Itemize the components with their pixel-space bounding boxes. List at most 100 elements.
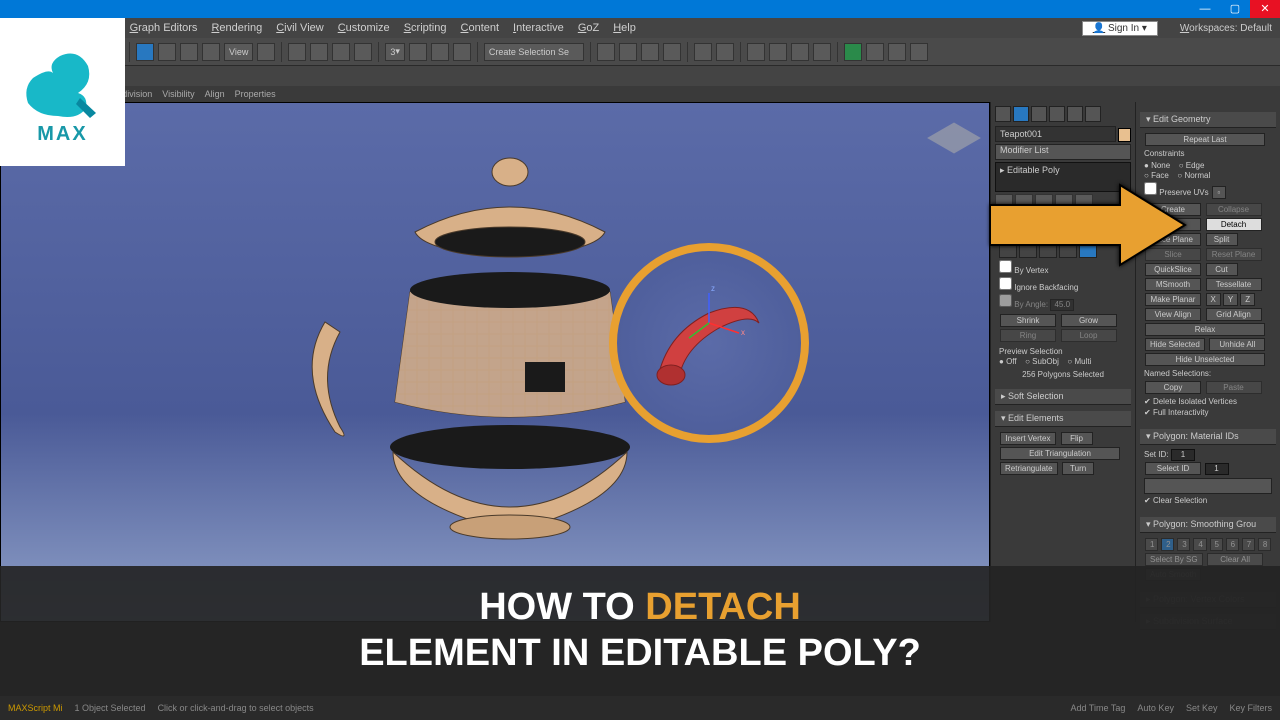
edittriangulation-button[interactable]: Edit Triangulation xyxy=(1000,447,1120,460)
render-icon[interactable] xyxy=(747,43,765,61)
softselection-rollout[interactable]: ▸ Soft Selection xyxy=(995,389,1131,405)
menu-grapheditors[interactable]: Graph Editors xyxy=(130,22,198,34)
viewcube-icon[interactable] xyxy=(929,113,979,163)
menu-scripting[interactable]: Scripting xyxy=(404,22,447,34)
split-button[interactable]: Split xyxy=(1206,233,1238,246)
resetplane-button: Reset Plane xyxy=(1206,248,1262,261)
spinnersnap-icon[interactable] xyxy=(453,43,471,61)
keyfilters-button[interactable]: Key Filters xyxy=(1229,703,1272,713)
subrib-visibility[interactable]: Visibility xyxy=(162,89,194,99)
grow-button[interactable]: Grow xyxy=(1061,314,1117,327)
planar-z-button[interactable]: Z xyxy=(1240,293,1255,306)
close-button[interactable]: ✕ xyxy=(1250,0,1280,18)
safeframe-icon[interactable] xyxy=(888,43,906,61)
retriangulate-button[interactable]: Retriangulate xyxy=(1000,462,1058,475)
menu-interactive[interactable]: Interactive xyxy=(513,22,564,34)
matedit-icon[interactable] xyxy=(716,43,734,61)
planar-y-button[interactable]: Y xyxy=(1223,293,1238,306)
gridalign-button[interactable]: Grid Align xyxy=(1206,308,1262,321)
utilities-tab-icon[interactable] xyxy=(1085,106,1101,122)
workspaces-dropdown[interactable]: Workspaces: Default xyxy=(1180,23,1272,34)
matid-dropdown[interactable] xyxy=(1144,478,1272,494)
viewalign-button[interactable]: View Align xyxy=(1145,308,1201,321)
setid-spinner[interactable]: 1 xyxy=(1171,449,1195,461)
activeshade-icon[interactable] xyxy=(813,43,831,61)
select-icon[interactable] xyxy=(288,43,306,61)
scale-icon[interactable] xyxy=(180,43,198,61)
cut-button[interactable]: Cut xyxy=(1206,263,1238,276)
hierarchy-tab-icon[interactable] xyxy=(1031,106,1047,122)
menu-goz[interactable]: GoZ xyxy=(578,22,599,34)
hideunselected-button[interactable]: Hide Unselected xyxy=(1145,353,1265,366)
envmap-icon[interactable] xyxy=(866,43,884,61)
selectionset-dropdown[interactable]: Create Selection Se xyxy=(484,43,584,61)
subrib-properties[interactable]: Properties xyxy=(235,89,276,99)
menu-rendering[interactable]: Rendering xyxy=(211,22,262,34)
object-name-field[interactable] xyxy=(995,126,1116,142)
modifier-list-dropdown[interactable]: Modifier List xyxy=(995,144,1131,160)
rendersetup-icon[interactable] xyxy=(791,43,809,61)
copy-button[interactable]: Copy xyxy=(1145,381,1201,394)
menu-content[interactable]: Content xyxy=(461,22,500,34)
selection-count: 256 Polygons Selected xyxy=(999,370,1127,379)
teapot-icon[interactable] xyxy=(844,43,862,61)
detach-button[interactable]: Detach xyxy=(1206,218,1262,231)
window-icon[interactable] xyxy=(354,43,372,61)
align-icon[interactable] xyxy=(619,43,637,61)
unhideall-button[interactable]: Unhide All xyxy=(1209,338,1265,351)
object-color-swatch[interactable] xyxy=(1118,128,1131,142)
schematic-icon[interactable] xyxy=(694,43,712,61)
turn-button[interactable]: Turn xyxy=(1062,462,1094,475)
makeplanar-button[interactable]: Make Planar xyxy=(1145,293,1201,306)
pivot-icon[interactable] xyxy=(257,43,275,61)
create-tab-icon[interactable] xyxy=(995,106,1011,122)
minimize-button[interactable]: — xyxy=(1190,0,1220,18)
selectid-button[interactable]: Select ID xyxy=(1145,462,1201,475)
svg-text:x: x xyxy=(741,328,745,337)
menu-customize[interactable]: Customize xyxy=(338,22,390,34)
selectbysg-button[interactable]: Select By SG xyxy=(1145,553,1203,566)
ribbon-tabs: ect Paint Populate xyxy=(0,66,1280,86)
viewport-icon[interactable] xyxy=(910,43,928,61)
place-icon[interactable] xyxy=(202,43,220,61)
snap3-dropdown[interactable]: 3▾ xyxy=(385,43,405,61)
relax-button[interactable]: Relax xyxy=(1145,323,1265,336)
editgeometry-rollout[interactable]: ▾ Edit Geometry xyxy=(1140,112,1276,128)
subrib-align[interactable]: Align xyxy=(205,89,225,99)
materialids-rollout[interactable]: ▾ Polygon: Material IDs xyxy=(1140,429,1276,445)
rotate-icon[interactable] xyxy=(158,43,176,61)
hideselected-button[interactable]: Hide Selected xyxy=(1145,338,1205,351)
planar-x-button[interactable]: X xyxy=(1206,293,1221,306)
selid-spinner[interactable]: 1 xyxy=(1205,463,1229,475)
insertvertex-button[interactable]: Insert Vertex xyxy=(1000,432,1056,445)
setkey-button[interactable]: Set Key xyxy=(1186,703,1218,713)
menu-civilview[interactable]: Civil View xyxy=(276,22,323,34)
modify-tab-icon[interactable] xyxy=(1013,106,1029,122)
curve-icon[interactable] xyxy=(663,43,681,61)
clearall-button[interactable]: Clear All xyxy=(1207,553,1263,566)
anglesnap-icon[interactable] xyxy=(409,43,427,61)
signin-button[interactable]: 👤 Sign In ▾ xyxy=(1082,21,1158,36)
mirror-icon[interactable] xyxy=(597,43,615,61)
motion-tab-icon[interactable] xyxy=(1049,106,1065,122)
percentsnap-icon[interactable] xyxy=(431,43,449,61)
move-icon[interactable] xyxy=(136,43,154,61)
autokey-button[interactable]: Auto Key xyxy=(1137,703,1174,713)
selectname-icon[interactable] xyxy=(310,43,328,61)
byangle-check[interactable] xyxy=(999,294,1012,307)
layers-icon[interactable] xyxy=(641,43,659,61)
shrink-button[interactable]: Shrink xyxy=(1000,314,1056,327)
flip-button[interactable]: Flip xyxy=(1061,432,1093,445)
repeatlast-button[interactable]: Repeat Last xyxy=(1145,133,1265,146)
editelements-rollout[interactable]: ▾ Edit Elements xyxy=(995,411,1131,427)
renderframe-icon[interactable] xyxy=(769,43,787,61)
display-tab-icon[interactable] xyxy=(1067,106,1083,122)
menu-help[interactable]: Help xyxy=(613,22,636,34)
maximize-button[interactable]: ▢ xyxy=(1220,0,1250,18)
refcoord-dropdown[interactable]: View xyxy=(224,43,253,61)
rectsel-icon[interactable] xyxy=(332,43,350,61)
addtimetag-button[interactable]: Add Time Tag xyxy=(1071,703,1126,713)
tessellate-button[interactable]: Tessellate xyxy=(1206,278,1262,291)
perspective-viewport[interactable]: z x xyxy=(0,102,990,622)
smoothinggroups-rollout[interactable]: ▾ Polygon: Smoothing Grou xyxy=(1140,517,1276,533)
